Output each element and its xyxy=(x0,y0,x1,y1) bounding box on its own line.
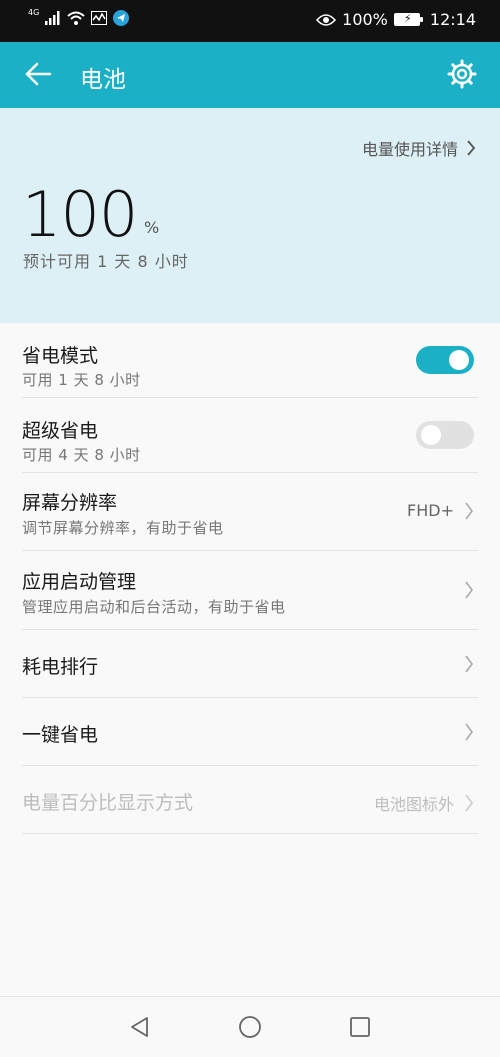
one-tap-saving-row[interactable]: 一键省电 xyxy=(22,698,478,766)
status-left: 4G xyxy=(28,8,130,26)
usage-details-label: 电量使用详情 xyxy=(361,140,458,159)
ultra-power-saving-title: 超级省电 xyxy=(22,420,99,442)
one-tap-saving-chevron-group xyxy=(464,723,474,741)
power-saving-toggle[interactable] xyxy=(416,346,474,374)
battery-level: 100 xyxy=(22,178,138,251)
percentage-display-value: 电池图标外 xyxy=(373,795,454,814)
chevron-right-icon xyxy=(465,794,473,812)
ultra-power-saving-row[interactable]: 超级省电 可用 4 天 8 小时 xyxy=(22,398,478,473)
chevron-right-icon xyxy=(465,502,473,519)
nav-recents-button[interactable] xyxy=(346,1013,374,1041)
consumption-ranking-title: 耗电排行 xyxy=(22,656,99,678)
eye-comfort-icon xyxy=(316,13,337,26)
chevron-right-icon xyxy=(465,581,473,599)
one-tap-saving-title: 一键省电 xyxy=(22,724,99,746)
signal-icon xyxy=(45,11,60,25)
telegram-icon xyxy=(113,10,130,26)
ultra-power-saving-toggle[interactable] xyxy=(416,421,474,449)
settings-button[interactable] xyxy=(444,56,480,92)
clock: 12:14 xyxy=(429,10,476,29)
network-type: 4G xyxy=(28,8,40,17)
chevron-right-icon xyxy=(465,655,473,673)
percentage-display-value-group: 电池图标外 xyxy=(374,791,474,815)
battery-percent-text: 100% xyxy=(342,10,388,29)
chevron-right-icon xyxy=(467,140,476,156)
square-recents-icon xyxy=(350,1017,370,1037)
wifi-icon xyxy=(67,11,85,25)
app-launch-chevron-group xyxy=(464,581,474,599)
percentage-display-title: 电量百分比显示方式 xyxy=(22,792,194,814)
percentage-display-row[interactable]: 电量百分比显示方式 电池图标外 xyxy=(22,766,478,834)
power-saving-subtitle: 可用 1 天 8 小时 xyxy=(22,371,141,389)
screen-resolution-value-group: FHD+ xyxy=(407,501,474,520)
consumption-ranking-chevron-group xyxy=(464,655,474,673)
app-bar: 电池 xyxy=(0,42,500,108)
percent-sign: % xyxy=(144,218,160,237)
power-saving-title: 省电模式 xyxy=(22,345,99,367)
ultra-power-saving-subtitle: 可用 4 天 8 小时 xyxy=(22,446,141,464)
triangle-back-icon xyxy=(131,1017,148,1037)
screen-resolution-row[interactable]: 屏幕分辨率 调节屏幕分辨率，有助于省电 FHD+ xyxy=(22,473,478,551)
screen-resolution-value: FHD+ xyxy=(407,501,454,520)
page-title: 电池 xyxy=(80,67,126,93)
estimated-time: 预计可用 1 天 8 小时 xyxy=(23,252,189,271)
battery-summary: 电量使用详情 100 % 预计可用 1 天 8 小时 xyxy=(0,108,500,323)
nav-back-button[interactable] xyxy=(126,1013,154,1041)
power-saving-mode-row[interactable]: 省电模式 可用 1 天 8 小时 xyxy=(22,323,478,398)
back-button[interactable] xyxy=(20,56,56,92)
circle-home-icon xyxy=(239,1016,261,1038)
screen-resolution-title: 屏幕分辨率 xyxy=(22,492,118,514)
activity-icon xyxy=(91,11,108,25)
app-launch-subtitle: 管理应用启动和后台活动，有助于省电 xyxy=(22,598,286,616)
status-right: 100% ⚡ 12:14 xyxy=(316,10,476,29)
battery-icon: ⚡ xyxy=(393,12,423,26)
nav-home-button[interactable] xyxy=(236,1013,264,1041)
status-bar: 4G 100% ⚡ 12:14 xyxy=(0,0,500,42)
usage-details-link[interactable]: 电量使用详情 xyxy=(362,136,476,160)
gear-icon xyxy=(447,59,477,89)
app-launch-title: 应用启动管理 xyxy=(22,571,137,593)
screen-resolution-subtitle: 调节屏幕分辨率，有助于省电 xyxy=(22,519,224,537)
consumption-ranking-row[interactable]: 耗电排行 xyxy=(22,630,478,698)
arrow-left-icon xyxy=(25,62,52,86)
system-nav-bar xyxy=(0,996,500,1057)
chevron-right-icon xyxy=(465,723,473,741)
app-launch-management-row[interactable]: 应用启动管理 管理应用启动和后台活动，有助于省电 xyxy=(22,551,478,630)
